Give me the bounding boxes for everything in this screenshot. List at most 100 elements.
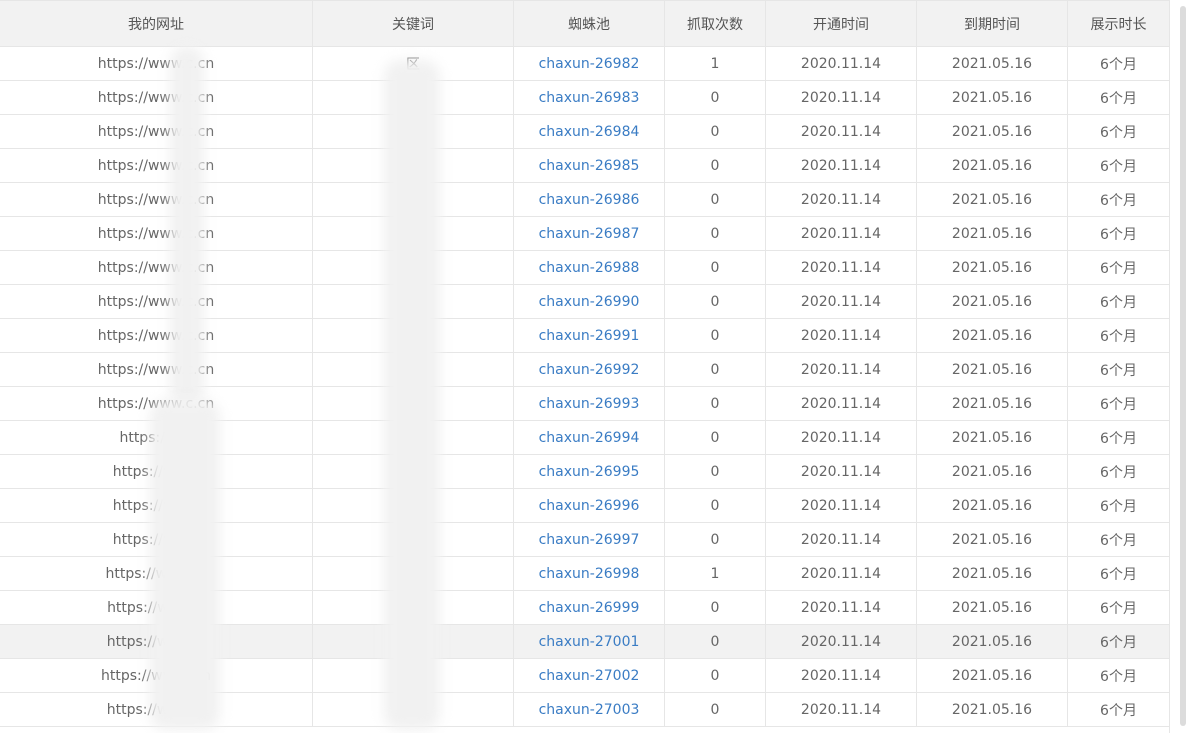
cell-duration: 6个月 (1067, 114, 1169, 149)
cell-duration: 6个月 (1067, 216, 1169, 251)
cell-url: https://www.c.cn (0, 148, 313, 183)
cell-expire-date: 2021.05.16 (916, 590, 1068, 625)
cell-crawl-count: 0 (664, 352, 766, 387)
cell-spider-pool: chaxun-26997 (513, 522, 665, 557)
spider-pool-link[interactable]: chaxun-26983 (539, 90, 640, 106)
spider-pool-link[interactable]: chaxun-26986 (539, 192, 640, 208)
column-header-url[interactable]: 我的网址 (0, 0, 313, 47)
cell-expire-date: 2021.05.16 (916, 454, 1068, 489)
cell-duration: 6个月 (1067, 556, 1169, 591)
spider-pool-link[interactable]: chaxun-26994 (539, 430, 640, 446)
cell-duration: 6个月 (1067, 352, 1169, 387)
cell-crawl-count: 0 (664, 114, 766, 149)
cell-crawl-count: 0 (664, 420, 766, 455)
cell-duration: 6个月 (1067, 46, 1169, 81)
cell-crawl-count: 0 (664, 148, 766, 183)
cell-spider-pool: chaxun-26999 (513, 590, 665, 625)
spider-pool-link[interactable]: chaxun-26988 (539, 260, 640, 276)
cell-expire-date: 2021.05.16 (916, 522, 1068, 557)
column-header-keyword[interactable]: 关键词 (312, 0, 514, 47)
cell-spider-pool: chaxun-26996 (513, 488, 665, 523)
cell-expire-date: 2021.05.16 (916, 216, 1068, 251)
redaction-blur-keyword (384, 60, 440, 730)
cell-duration: 6个月 (1067, 522, 1169, 557)
scrollbar-thumb[interactable] (1180, 6, 1186, 726)
cell-spider-pool: chaxun-26982 (513, 46, 665, 81)
cell-expire-date: 2021.05.16 (916, 250, 1068, 285)
spider-pool-link[interactable]: chaxun-26997 (539, 532, 640, 548)
spider-pool-link[interactable]: chaxun-27001 (539, 634, 640, 650)
cell-open-date: 2020.11.14 (765, 624, 917, 659)
cell-crawl-count: 0 (664, 590, 766, 625)
column-header-duration[interactable]: 展示时长 (1067, 0, 1169, 47)
cell-open-date: 2020.11.14 (765, 488, 917, 523)
cell-spider-pool: chaxun-26984 (513, 114, 665, 149)
cell-crawl-count: 0 (664, 488, 766, 523)
cell-duration: 6个月 (1067, 80, 1169, 115)
vertical-scrollbar[interactable] (1169, 0, 1188, 733)
cell-expire-date: 2021.05.16 (916, 148, 1068, 183)
column-header-crawl-count[interactable]: 抓取次数 (664, 0, 766, 47)
cell-open-date: 2020.11.14 (765, 556, 917, 591)
cell-open-date: 2020.11.14 (765, 590, 917, 625)
cell-open-date: 2020.11.14 (765, 658, 917, 693)
cell-duration: 6个月 (1067, 318, 1169, 353)
spider-pool-link[interactable]: chaxun-26991 (539, 328, 640, 344)
cell-expire-date: 2021.05.16 (916, 556, 1068, 591)
cell-expire-date: 2021.05.16 (916, 488, 1068, 523)
spider-pool-link[interactable]: chaxun-26995 (539, 464, 640, 480)
cell-crawl-count: 0 (664, 386, 766, 421)
cell-spider-pool: chaxun-26995 (513, 454, 665, 489)
cell-open-date: 2020.11.14 (765, 386, 917, 421)
spider-pool-link[interactable]: chaxun-26992 (539, 362, 640, 378)
cell-crawl-count: 0 (664, 284, 766, 319)
spider-pool-link[interactable]: chaxun-26985 (539, 158, 640, 174)
spider-pool-link[interactable]: chaxun-26998 (539, 566, 640, 582)
spider-pool-link[interactable]: chaxun-27002 (539, 668, 640, 684)
column-header-spider-pool[interactable]: 蜘蛛池 (513, 0, 665, 47)
spider-pool-page: 我的网址 关键词 蜘蛛池 抓取次数 开通时间 到期时间 展示时长 https:/… (0, 0, 1188, 733)
cell-crawl-count: 0 (664, 250, 766, 285)
spider-pool-link[interactable]: chaxun-26984 (539, 124, 640, 140)
cell-crawl-count: 1 (664, 46, 766, 81)
spider-pool-link[interactable]: chaxun-26990 (539, 294, 640, 310)
cell-open-date: 2020.11.14 (765, 148, 917, 183)
cell-crawl-count: 0 (664, 658, 766, 693)
cell-duration: 6个月 (1067, 420, 1169, 455)
spider-pool-link[interactable]: chaxun-26987 (539, 226, 640, 242)
cell-url: https://www.c.cn (0, 318, 313, 353)
cell-spider-pool: chaxun-26986 (513, 182, 665, 217)
cell-duration: 6个月 (1067, 182, 1169, 217)
column-header-open-date[interactable]: 开通时间 (765, 0, 917, 47)
spider-pool-link[interactable]: chaxun-26996 (539, 498, 640, 514)
cell-open-date: 2020.11.14 (765, 352, 917, 387)
cell-url: https://www.c.cn (0, 182, 313, 217)
cell-open-date: 2020.11.14 (765, 692, 917, 727)
cell-url: https://www.c.cn (0, 80, 313, 115)
cell-crawl-count: 0 (664, 692, 766, 727)
cell-duration: 6个月 (1067, 454, 1169, 489)
spider-pool-link[interactable]: chaxun-26993 (539, 396, 640, 412)
cell-duration: 6个月 (1067, 250, 1169, 285)
cell-spider-pool: chaxun-27001 (513, 624, 665, 659)
cell-expire-date: 2021.05.16 (916, 352, 1068, 387)
cell-spider-pool: chaxun-26990 (513, 284, 665, 319)
cell-spider-pool: chaxun-26987 (513, 216, 665, 251)
cell-crawl-count: 0 (664, 522, 766, 557)
cell-expire-date: 2021.05.16 (916, 284, 1068, 319)
cell-crawl-count: 0 (664, 624, 766, 659)
cell-url: https://www.c.cn (0, 250, 313, 285)
cell-url: https://www.c.cn (0, 46, 313, 81)
cell-url: https://www.c.cn (0, 352, 313, 387)
spider-pool-link[interactable]: chaxun-26999 (539, 600, 640, 616)
cell-url: https://www.c.cn (0, 216, 313, 251)
cell-expire-date: 2021.05.16 (916, 318, 1068, 353)
cell-spider-pool: chaxun-26991 (513, 318, 665, 353)
column-header-expire-date[interactable]: 到期时间 (916, 0, 1068, 47)
cell-expire-date: 2021.05.16 (916, 420, 1068, 455)
cell-open-date: 2020.11.14 (765, 182, 917, 217)
cell-expire-date: 2021.05.16 (916, 114, 1068, 149)
spider-pool-link[interactable]: chaxun-26982 (539, 56, 640, 72)
spider-pool-link[interactable]: chaxun-27003 (539, 702, 640, 718)
cell-expire-date: 2021.05.16 (916, 182, 1068, 217)
